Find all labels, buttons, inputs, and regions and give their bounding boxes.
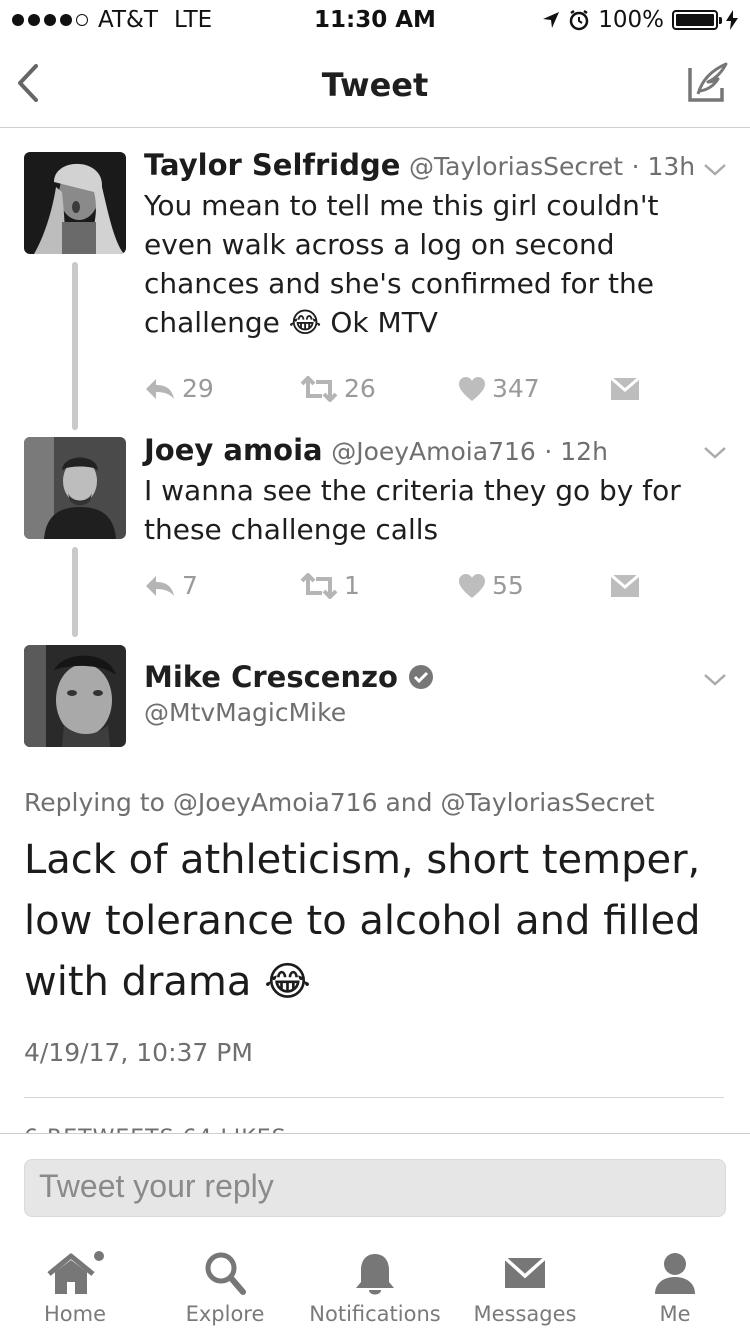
tab-explore[interactable]: Explore <box>150 1238 300 1334</box>
home-icon <box>47 1251 104 1294</box>
retweet-count: 26 <box>344 374 376 403</box>
envelope-icon <box>610 573 640 597</box>
tweet-actions: 29 26 347 <box>144 374 640 403</box>
reply-mention-link[interactable]: @TayloriasSecret <box>440 788 654 817</box>
main-tweet-author[interactable]: Mike Crescenzo <box>144 660 434 694</box>
direct-message-button[interactable] <box>610 376 640 401</box>
status-bar: AT&T LTE 11:30 AM 100% <box>0 0 750 40</box>
avatar[interactable] <box>24 645 126 747</box>
nav-bar: Tweet <box>0 40 750 128</box>
like-count: 347 <box>492 374 540 403</box>
verified-badge-icon <box>408 665 433 689</box>
reply-button[interactable]: 7 <box>144 571 300 600</box>
tab-messages[interactable]: Messages <box>450 1238 600 1334</box>
tweet-age: · 12h <box>544 437 608 466</box>
compose-tweet-icon[interactable] <box>682 58 732 108</box>
display-name[interactable]: Joey amoia <box>144 433 323 467</box>
tweet-text: I wanna see the criteria they go by for … <box>144 474 681 546</box>
main-tweet-body: Lack of athleticism, short temper, low t… <box>24 837 701 1005</box>
heart-icon <box>459 376 485 401</box>
envelope-icon <box>610 376 640 400</box>
alarm-icon <box>569 9 589 31</box>
tweet-text-part-2: Ok MTV <box>330 306 438 339</box>
display-name[interactable]: Taylor Selfridge <box>144 148 400 182</box>
tab-label: Me <box>659 1302 691 1326</box>
tweet-age: · 13h <box>631 152 696 181</box>
user-handle[interactable]: @TayloriasSecret <box>409 152 623 181</box>
user-handle[interactable]: @MtvMagicMike <box>144 698 346 727</box>
tweet-header: Taylor Selfridge @TayloriasSecret · 13h <box>144 148 695 182</box>
tab-label: Messages <box>473 1302 577 1326</box>
retweet-icon <box>300 572 338 599</box>
thread-line <box>72 262 78 430</box>
user-handle[interactable]: @JoeyAmoia716 <box>331 437 536 466</box>
tab-me[interactable]: Me <box>600 1238 750 1334</box>
charging-bolt-icon <box>726 10 738 30</box>
like-button[interactable]: 55 <box>458 571 610 600</box>
main-tweet-text: Lack of athleticism, short temper, low t… <box>24 830 724 1013</box>
page-title: Tweet <box>321 66 429 104</box>
thread-line <box>72 547 78 637</box>
chevron-down-icon[interactable] <box>702 445 728 461</box>
location-arrow-icon <box>543 12 560 28</box>
chevron-down-icon[interactable] <box>702 162 728 178</box>
tab-home[interactable]: Home <box>0 1238 150 1334</box>
replying-to: Replying to @JoeyAmoia716 and @Taylorias… <box>24 788 654 817</box>
reply-bar: Tweet your reply <box>0 1133 750 1238</box>
chevron-down-icon[interactable] <box>702 672 728 688</box>
tweet-actions: 7 1 55 <box>144 571 640 600</box>
tweet-text: You mean to tell me this girl couldn't e… <box>144 186 704 342</box>
retweet-count: 1 <box>344 571 360 600</box>
reply-icon <box>146 378 174 399</box>
reply-input[interactable]: Tweet your reply <box>24 1159 726 1217</box>
tab-notifications[interactable]: Notifications <box>300 1238 450 1334</box>
battery-percent: 100% <box>598 7 664 33</box>
reply-icon <box>146 575 174 596</box>
replying-prefix: Replying to <box>24 788 165 817</box>
divider <box>24 1097 724 1098</box>
person-icon <box>655 1253 695 1294</box>
thread-tweet-2[interactable]: Joey amoia @JoeyAmoia716 · 12h I wanna s… <box>0 433 750 637</box>
bell-icon <box>356 1254 394 1295</box>
status-right: 100% <box>542 7 738 33</box>
display-name[interactable]: Mike Crescenzo <box>144 660 398 694</box>
avatar[interactable] <box>24 437 126 539</box>
tab-label: Explore <box>185 1302 265 1326</box>
retweet-button[interactable]: 26 <box>300 374 458 403</box>
reply-mention-link[interactable]: @JoeyAmoia716 <box>173 788 378 817</box>
retweet-button[interactable]: 1 <box>300 571 458 600</box>
heart-icon <box>459 573 485 598</box>
battery-icon <box>672 10 722 30</box>
avatar[interactable] <box>24 152 126 254</box>
like-button[interactable]: 347 <box>458 374 610 403</box>
reply-button[interactable]: 29 <box>144 374 300 403</box>
retweet-icon <box>300 375 338 402</box>
direct-message-button[interactable] <box>610 573 640 598</box>
reply-count: 29 <box>182 374 214 403</box>
tab-label: Home <box>43 1302 106 1326</box>
reply-count: 7 <box>182 571 198 600</box>
envelope-icon <box>503 1256 547 1288</box>
tab-bar: Home Explore Notifications Messages Me <box>0 1238 750 1334</box>
replying-and: and <box>385 788 433 817</box>
laughing-emoji-icon: 😂 <box>264 959 311 1005</box>
tweet-header: Joey amoia @JoeyAmoia716 · 12h <box>144 433 608 467</box>
tweet-timestamp: 4/19/17, 10:37 PM <box>24 1038 253 1067</box>
like-count: 55 <box>492 571 524 600</box>
tab-label: Notifications <box>309 1302 441 1326</box>
laughing-emoji-icon: 😂 <box>288 306 322 339</box>
search-icon <box>205 1252 246 1295</box>
thread-tweet-1[interactable]: Taylor Selfridge @TayloriasSecret · 13h … <box>0 148 750 432</box>
